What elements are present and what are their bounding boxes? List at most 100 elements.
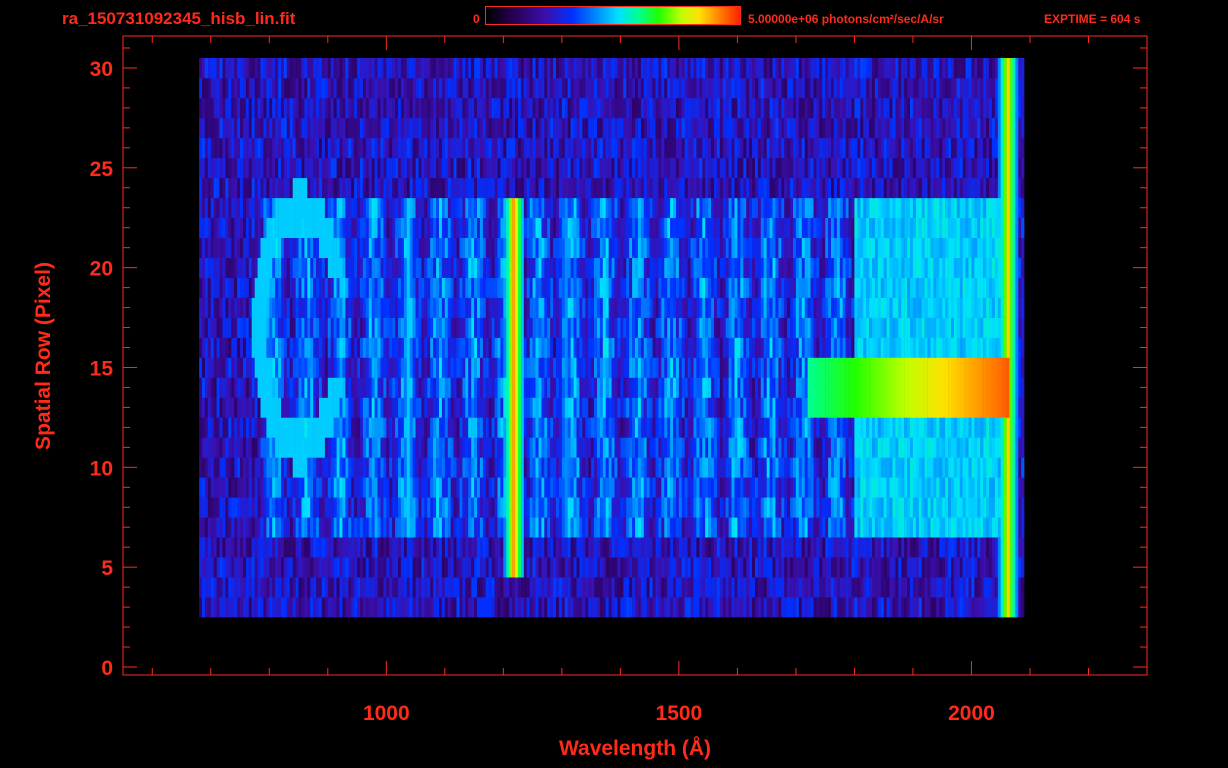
heatmap-cell [556,377,560,398]
heatmap-cell [971,397,975,418]
heatmap-cell [210,357,214,378]
heatmap-cell [251,597,255,618]
heatmap-cell [257,317,261,338]
heatmap-cell [368,477,372,498]
heatmap-cell [269,457,273,478]
heatmap-cell [661,457,665,478]
heatmap-cell [573,317,577,338]
heatmap-cell [617,297,621,318]
heatmap-cell [427,457,431,478]
heatmap-cell [316,317,320,338]
heatmap-cell [974,277,978,298]
heatmap-cell [345,337,349,358]
heatmap-cell [749,297,753,318]
heatmap-cell [389,537,393,558]
heatmap-cell [377,537,381,558]
heatmap-cell [801,417,805,438]
heatmap-cell [997,297,1001,318]
heatmap-cell [403,257,408,278]
heatmap-cell [266,497,270,518]
heatmap-cell [383,457,387,478]
heatmap-cell [910,577,914,598]
heatmap-cell [912,577,917,598]
heatmap-cell [842,377,846,398]
heatmap-cell [561,297,566,318]
heatmap-cell [380,277,384,298]
heatmap-cell [386,537,390,558]
heatmap-cell [400,417,405,438]
heatmap-cell [558,377,563,398]
heatmap-cell [886,577,890,598]
heatmap-cell [365,377,369,398]
heatmap-cell [471,417,475,438]
heatmap-cell [433,497,437,518]
heatmap-cell [392,497,396,518]
heatmap-cell [333,457,337,478]
heatmap-cell [886,477,890,498]
heatmap-cell [365,497,369,518]
heatmap-cell [512,497,516,518]
heatmap-cell [895,317,899,338]
heatmap-cell [640,337,645,358]
heatmap-cell [664,557,668,578]
heatmap-cell [687,317,691,338]
heatmap-cell [500,537,504,558]
heatmap-cell [640,397,645,418]
heatmap-cell [1006,337,1010,358]
heatmap-cell [263,257,267,278]
heatmap-cell [219,557,223,578]
heatmap-cell [289,497,293,518]
heatmap-cell [898,297,902,318]
heatmap-cell [570,597,574,618]
heatmap-cell [491,357,495,378]
heatmap-cell [927,377,931,398]
heatmap-cell [310,537,314,558]
heatmap-cell [872,297,876,318]
heatmap-cell [216,417,220,438]
heatmap-cell [386,417,390,438]
heatmap-cell [661,297,665,318]
heatmap-cell [678,277,683,298]
heatmap-cell [626,377,630,398]
heatmap-cell [579,417,583,438]
heatmap-cell [371,437,375,458]
heatmap-cell [529,297,533,318]
heatmap-cell [734,437,738,458]
heatmap-cell [965,337,969,358]
heatmap-cell [734,477,738,498]
heatmap-cell [708,477,712,498]
heatmap-cell [418,257,422,278]
heatmap-cell [263,377,267,398]
heatmap-cell [418,537,422,558]
spectral-image-plot: 1000 1500 2000051015202530 [90,35,1148,725]
heatmap-cell [278,517,282,538]
heatmap-cell [746,597,750,618]
heatmap-cell [339,537,343,558]
heatmap-cell [491,277,495,298]
heatmap-cell [869,537,873,558]
heatmap-cell [828,457,832,478]
heatmap-cell [374,297,378,318]
heatmap-cell [433,317,437,338]
heatmap-cell [207,597,211,618]
heatmap-cell [608,377,612,398]
heatmap-cell [453,357,457,378]
heatmap-cell [424,337,428,358]
heatmap-cell [564,577,568,598]
heatmap-cell [357,417,361,438]
heatmap-cell [594,517,598,538]
heatmap-cell [365,557,369,578]
heatmap-cell [327,397,331,418]
heatmap-cell [245,437,250,458]
heatmap-cell [421,457,425,478]
heatmap-cell [833,337,838,358]
heatmap-cell [892,357,896,378]
heatmap-cell [863,577,867,598]
heatmap-cell [474,517,478,538]
heatmap-cell [316,257,320,278]
heatmap-cell [240,417,244,438]
heatmap-cell [623,457,627,478]
heatmap-cell [658,457,662,478]
heatmap-cell [775,577,779,598]
heatmap-cell [321,417,326,438]
